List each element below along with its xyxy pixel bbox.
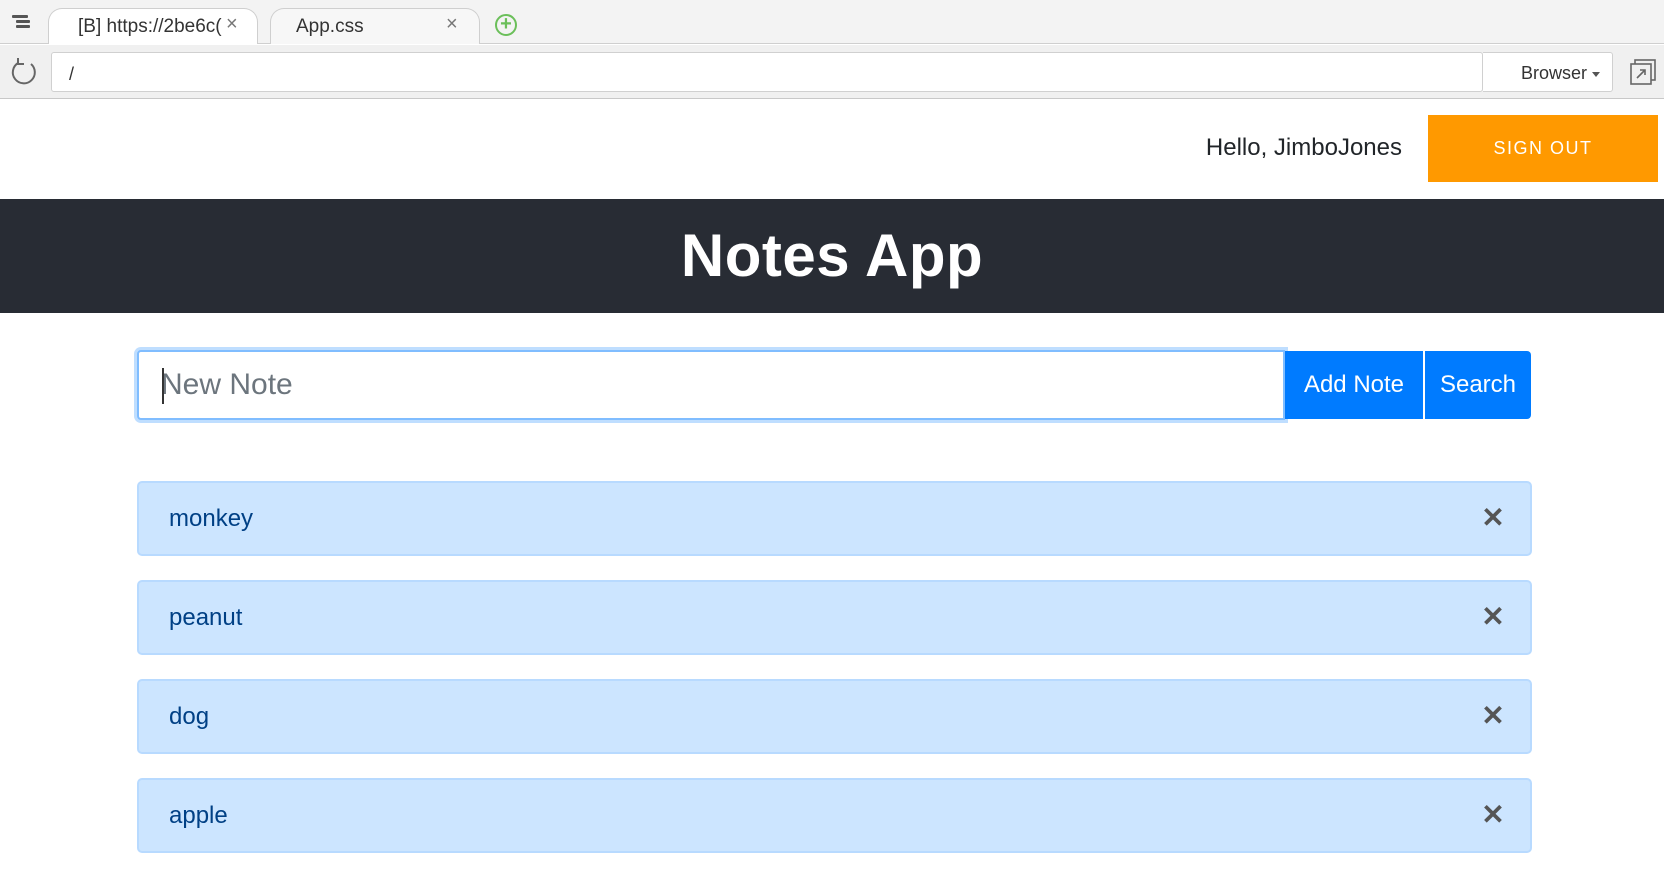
app-banner: Notes App xyxy=(0,199,1664,313)
tabs-menu-icon[interactable] xyxy=(10,13,32,31)
note-text: apple xyxy=(169,802,228,829)
popout-icon[interactable] xyxy=(1630,59,1656,85)
new-tab-icon[interactable]: + xyxy=(495,14,517,36)
close-icon[interactable]: × xyxy=(446,14,458,34)
list-item[interactable]: apple ✕ xyxy=(137,778,1532,853)
reload-icon[interactable] xyxy=(9,57,39,87)
note-list: monkey ✕ peanut ✕ dog ✕ apple ✕ xyxy=(137,481,1532,877)
delete-icon[interactable]: ✕ xyxy=(1478,800,1508,830)
text-caret xyxy=(162,368,164,404)
delete-icon[interactable]: ✕ xyxy=(1478,701,1508,731)
new-note-input[interactable] xyxy=(137,350,1285,420)
list-item[interactable]: peanut ✕ xyxy=(137,580,1532,655)
page-title: Notes App xyxy=(680,222,984,289)
tab-preview[interactable]: [B] https://2be6c( × xyxy=(48,8,258,44)
url-field[interactable]: / xyxy=(51,52,1483,92)
sign-out-button[interactable]: SIGN OUT xyxy=(1428,115,1658,182)
tab-app-css[interactable]: App.css × xyxy=(270,8,480,44)
list-item[interactable]: dog ✕ xyxy=(137,679,1532,754)
add-note-button[interactable]: Add Note xyxy=(1285,351,1423,419)
app-header: Hello, JimboJones SIGN OUT xyxy=(0,100,1664,199)
browser-select[interactable]: Browser xyxy=(1521,63,1587,84)
note-text: dog xyxy=(169,703,210,730)
list-item[interactable]: monkey ✕ xyxy=(137,481,1532,556)
user-greeting: Hello, JimboJones xyxy=(1205,134,1402,161)
tab-preview-label: [B] https://2be6c( xyxy=(78,16,222,37)
close-icon[interactable]: × xyxy=(226,14,238,34)
delete-icon[interactable]: ✕ xyxy=(1478,602,1508,632)
note-text: peanut xyxy=(169,604,243,631)
chevron-down-icon[interactable] xyxy=(1592,72,1600,77)
address-bar: / Browser xyxy=(0,45,1664,99)
note-text: monkey xyxy=(169,505,254,532)
browser-tab-bar: [B] https://2be6c( × App.css × + xyxy=(0,0,1664,44)
search-button[interactable]: Search xyxy=(1425,351,1531,419)
delete-icon[interactable]: ✕ xyxy=(1478,503,1508,533)
note-form: Add Note Search xyxy=(137,350,1531,420)
tab-app-css-label: App.css xyxy=(296,16,364,37)
